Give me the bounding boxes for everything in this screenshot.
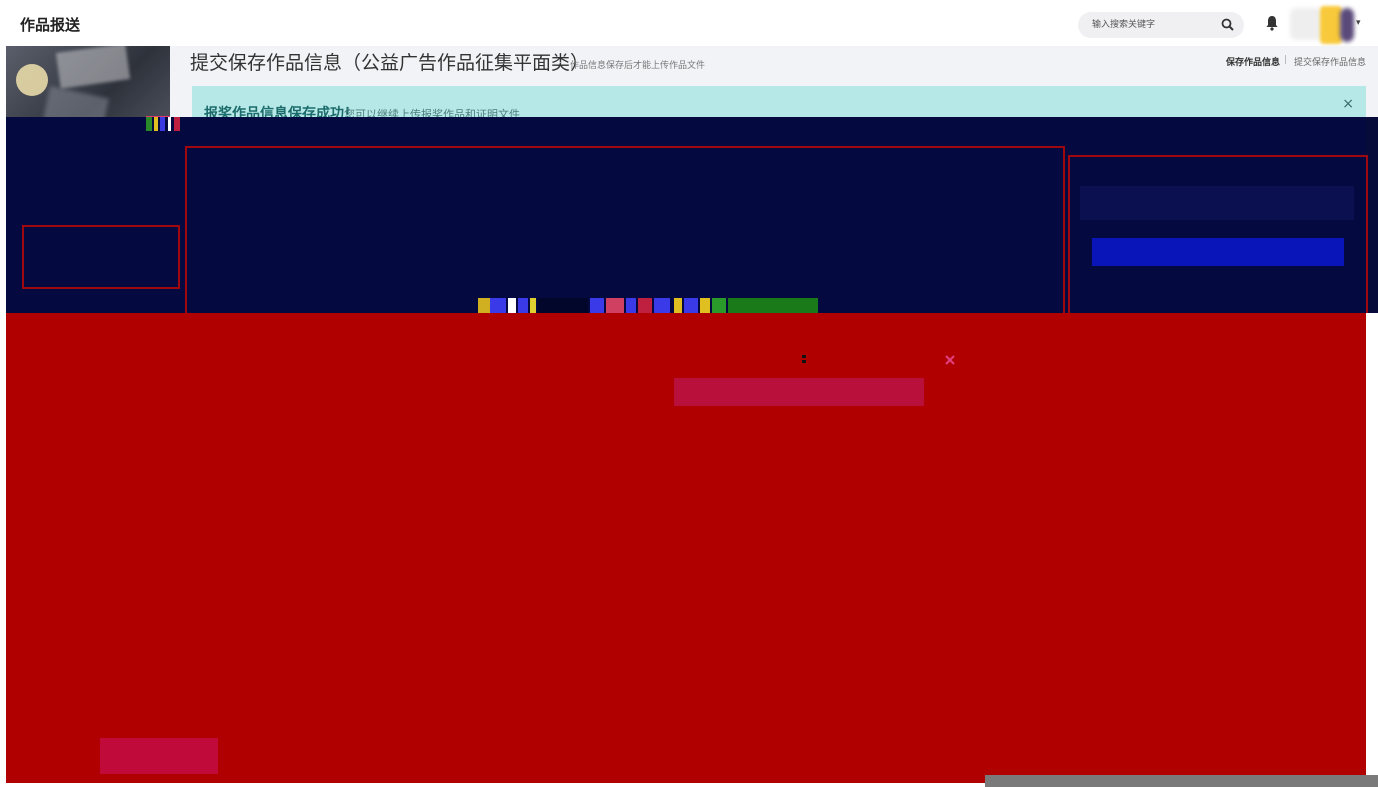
overlay-edge-right: [1366, 313, 1378, 783]
top-header: 作品报送 ▾: [0, 0, 1378, 46]
right-panel-field[interactable]: [1080, 186, 1354, 220]
glitch-artifact: [146, 117, 186, 131]
submit-work-link[interactable]: 提交保存作品信息: [1294, 55, 1366, 68]
left-outline-box: [22, 225, 180, 289]
avatar-badge: [1320, 6, 1342, 44]
left-edge: [0, 117, 6, 787]
bell-icon[interactable]: [1264, 14, 1280, 32]
obscured-action-button[interactable]: [674, 378, 924, 406]
dot-icon: [802, 355, 806, 363]
glitch-strip: [478, 298, 818, 313]
search-input[interactable]: [1092, 16, 1212, 34]
chevron-down-icon: ▾: [1356, 18, 1361, 28]
app-window: 作品报送 ▾ 提交保存作品信息（公益广告作品征集平面类） 作品信息保存后才能上传…: [0, 0, 1378, 787]
obscured-corner-button[interactable]: [100, 738, 218, 774]
avatar-ring: [1340, 8, 1354, 42]
save-work-link[interactable]: 保存作品信息: [1226, 55, 1280, 68]
bottom-scrollbar[interactable]: [985, 775, 1378, 787]
app-title: 作品报送: [20, 16, 81, 34]
page-hint: 作品信息保存后才能上传作品文件: [570, 61, 706, 71]
right-panel-button[interactable]: [1092, 238, 1344, 266]
link-separator: |: [1284, 55, 1288, 65]
main-outline-box: [185, 146, 1065, 316]
search-icon[interactable]: [1220, 17, 1236, 33]
bottom-edge: [0, 783, 985, 787]
user-avatar-menu[interactable]: ▾: [1290, 6, 1370, 44]
close-icon[interactable]: ×: [1342, 96, 1354, 112]
close-icon-obscured[interactable]: [944, 354, 956, 366]
search-box[interactable]: [1078, 12, 1244, 38]
page-title: 提交保存作品信息（公益广告作品征集平面类）: [190, 52, 590, 74]
avatar: [1290, 8, 1322, 40]
right-outline-box: [1068, 155, 1368, 315]
